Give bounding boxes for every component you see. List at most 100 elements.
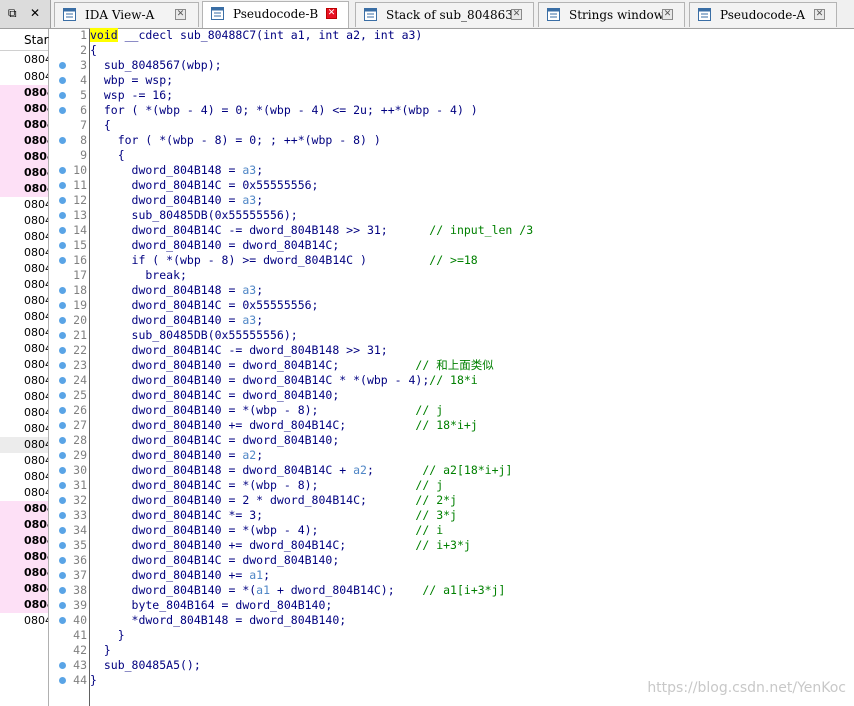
function-row[interactable]: 0804 bbox=[0, 485, 48, 501]
function-row[interactable]: 0804 bbox=[0, 405, 48, 421]
function-row[interactable]: 0804 bbox=[0, 421, 48, 437]
function-row[interactable]: 0804 bbox=[0, 357, 48, 373]
code-line[interactable]: 5 wsp -= 16; bbox=[49, 88, 854, 103]
code-line[interactable]: 29 dword_804B140 = a2; bbox=[49, 448, 854, 463]
function-row[interactable]: 0804 bbox=[0, 293, 48, 309]
code-token: dword_804B14C -= dword_804B148 >> 31; bbox=[90, 223, 430, 237]
code-line[interactable]: 20 dword_804B140 = a3; bbox=[49, 313, 854, 328]
code-line[interactable]: 42 } bbox=[49, 643, 854, 658]
function-row[interactable]: 0804 bbox=[0, 245, 48, 261]
code-line[interactable]: 35 dword_804B140 += dword_804B14C; // i+… bbox=[49, 538, 854, 553]
code-line[interactable]: 25 dword_804B14C = dword_804B140; bbox=[49, 388, 854, 403]
tab-close-icon[interactable]: ✕ bbox=[814, 9, 825, 20]
function-row[interactable]: 0804 bbox=[0, 597, 48, 613]
argument-token: a2 bbox=[242, 448, 257, 462]
code-line[interactable]: 22 dword_804B14C -= dword_804B148 >> 31; bbox=[49, 343, 854, 358]
function-row[interactable]: 0804 bbox=[0, 52, 48, 68]
code-line[interactable]: 9 { bbox=[49, 148, 854, 163]
function-row[interactable]: 0804 bbox=[0, 197, 48, 213]
code-line[interactable]: 34 dword_804B140 = *(wbp - 4); // i bbox=[49, 523, 854, 538]
code-line[interactable]: 31 dword_804B14C = *(wbp - 8); // j bbox=[49, 478, 854, 493]
code-line[interactable]: 2{ bbox=[49, 43, 854, 58]
tab-pseudocode-a[interactable]: Pseudocode-A ✕ bbox=[689, 2, 837, 27]
tab-stack-of-sub-8048633[interactable]: Stack of sub_8048633 ✕ bbox=[355, 2, 534, 27]
functions-column-header[interactable]: Star bbox=[0, 29, 49, 51]
function-row[interactable]: 0804 bbox=[0, 517, 48, 533]
function-row[interactable]: 0804 bbox=[0, 341, 48, 357]
function-row[interactable]: 0804 bbox=[0, 453, 48, 469]
code-line[interactable]: 11 dword_804B14C = 0x55555556; bbox=[49, 178, 854, 193]
tab-ida-view-a[interactable]: IDA View-A ✕ bbox=[54, 2, 199, 27]
function-row[interactable]: 0804 bbox=[0, 501, 48, 517]
tab-strings-window[interactable]: Strings window ✕ bbox=[538, 2, 685, 27]
code-line[interactable]: 36 dword_804B14C = dword_804B140; bbox=[49, 553, 854, 568]
code-line[interactable]: 32 dword_804B140 = 2 * dword_804B14C; //… bbox=[49, 493, 854, 508]
function-row[interactable]: 0804 bbox=[0, 373, 48, 389]
code-line[interactable]: 1 void __cdecl sub_80488C7(int a1, int a2… bbox=[49, 28, 854, 43]
code-line[interactable]: 12 dword_804B140 = a3; bbox=[49, 193, 854, 208]
restore-icon[interactable]: ⧉ bbox=[8, 6, 17, 21]
function-row[interactable]: 0804 bbox=[0, 565, 48, 581]
tab-close-icon[interactable]: ✕ bbox=[175, 9, 186, 20]
code-line[interactable]: 6 for ( *(wbp - 4) = 0; *(wbp - 4) <= 2u… bbox=[49, 103, 854, 118]
function-row[interactable]: 0804 bbox=[0, 133, 48, 149]
tab-close-icon[interactable]: ✕ bbox=[326, 8, 337, 19]
code-line[interactable]: 19 dword_804B14C = 0x55555556; bbox=[49, 298, 854, 313]
function-row[interactable]: 0804 bbox=[0, 85, 48, 101]
function-row[interactable]: 0804 bbox=[0, 261, 48, 277]
function-row[interactable]: 0804 bbox=[0, 309, 48, 325]
code-line[interactable]: 38 dword_804B140 = *(a1 + dword_804B14C)… bbox=[49, 583, 854, 598]
function-row[interactable]: 0804 bbox=[0, 101, 48, 117]
pseudocode-icon bbox=[211, 7, 224, 20]
code-line[interactable]: 21 sub_80485DB(0x55555556); bbox=[49, 328, 854, 343]
code-line[interactable]: 40 *dword_804B148 = dword_804B140; bbox=[49, 613, 854, 628]
function-row[interactable]: 0804 bbox=[0, 469, 48, 485]
function-row[interactable]: 0804 bbox=[0, 533, 48, 549]
tab-close-icon[interactable]: ✕ bbox=[662, 9, 673, 20]
function-row[interactable]: 0804 bbox=[0, 69, 48, 85]
line-number: 24 bbox=[73, 373, 87, 387]
function-row[interactable]: 0804 bbox=[0, 181, 48, 197]
code-line[interactable]: 41 } bbox=[49, 628, 854, 643]
function-row[interactable]: 0804 bbox=[0, 149, 48, 165]
code-line[interactable]: 30 dword_804B148 = dword_804B14C + a2; /… bbox=[49, 463, 854, 478]
function-row[interactable]: 0804 bbox=[0, 213, 48, 229]
code-line[interactable]: 18 dword_804B148 = a3; bbox=[49, 283, 854, 298]
function-row[interactable]: 0804 bbox=[0, 117, 48, 133]
function-row[interactable]: 0804 bbox=[0, 229, 48, 245]
code-line[interactable]: 14 dword_804B14C -= dword_804B148 >> 31;… bbox=[49, 223, 854, 238]
code-line[interactable]: 13 sub_80485DB(0x55555556); bbox=[49, 208, 854, 223]
pseudocode-view[interactable]: 1 void __cdecl sub_80488C7(int a1, int a2… bbox=[49, 28, 854, 706]
code-line[interactable]: 10 dword_804B148 = a3; bbox=[49, 163, 854, 178]
code-line[interactable]: 8 for ( *(wbp - 8) = 0; ; ++*(wbp - 8) ) bbox=[49, 133, 854, 148]
function-row[interactable]: 0804 bbox=[0, 437, 48, 453]
code-line[interactable]: 4 wbp = wsp; bbox=[49, 73, 854, 88]
code-line[interactable]: 16 if ( *(wbp - 8) >= dword_804B14C ) //… bbox=[49, 253, 854, 268]
tab-pseudocode-b[interactable]: Pseudocode-B ✕ bbox=[202, 1, 349, 28]
function-row[interactable]: 0804 bbox=[0, 325, 48, 341]
function-row[interactable]: 0804 bbox=[0, 613, 48, 629]
code-line[interactable]: 15 dword_804B140 = dword_804B14C; bbox=[49, 238, 854, 253]
code-token: dword_804B14C = dword_804B140; bbox=[90, 388, 340, 402]
code-line[interactable]: 24 dword_804B140 = dword_804B14C * *(wbp… bbox=[49, 373, 854, 388]
function-row[interactable]: 0804 bbox=[0, 165, 48, 181]
code-line[interactable]: 17 break; bbox=[49, 268, 854, 283]
function-row[interactable]: 0804 bbox=[0, 581, 48, 597]
function-row[interactable]: 0804 bbox=[0, 389, 48, 405]
code-line[interactable]: 26 dword_804B140 = *(wbp - 8); // j bbox=[49, 403, 854, 418]
function-row[interactable]: 0804 bbox=[0, 277, 48, 293]
function-row[interactable]: 0804 bbox=[0, 549, 48, 565]
code-line[interactable]: 23 dword_804B140 = dword_804B14C; // 和上面… bbox=[49, 358, 854, 373]
code-line[interactable]: 3 sub_8048567(wbp); bbox=[49, 58, 854, 73]
code-line[interactable]: 27 dword_804B140 += dword_804B14C; // 18… bbox=[49, 418, 854, 433]
ida-view-icon bbox=[63, 8, 76, 21]
close-icon[interactable]: ✕ bbox=[30, 6, 40, 20]
code-line[interactable]: 43 sub_80485A5(); bbox=[49, 658, 854, 673]
code-line[interactable]: 28 dword_804B14C = dword_804B140; bbox=[49, 433, 854, 448]
code-line[interactable]: 39 byte_804B164 = dword_804B140; bbox=[49, 598, 854, 613]
tab-close-icon[interactable]: ✕ bbox=[511, 9, 522, 20]
code-line[interactable]: 7 { bbox=[49, 118, 854, 133]
code-line[interactable]: 33 dword_804B14C *= 3; // 3*j bbox=[49, 508, 854, 523]
argument-token: a3 bbox=[242, 163, 257, 177]
code-line[interactable]: 37 dword_804B140 += a1; bbox=[49, 568, 854, 583]
